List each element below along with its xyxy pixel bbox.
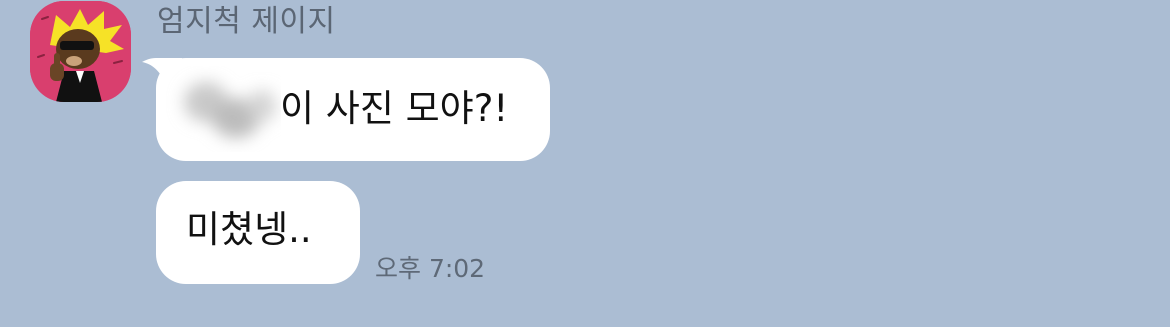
message-bubble[interactable]: 미쳤넹.. — [156, 181, 360, 284]
sender-avatar[interactable] — [30, 1, 131, 102]
message-timestamp: 오후 7:02 — [375, 254, 486, 283]
sender-name: 엄지척 제이지 — [157, 4, 336, 39]
message-text: 미쳤넹.. — [186, 208, 312, 251]
blurred-name-redaction — [184, 82, 276, 138]
thumbs-up-character-icon — [30, 1, 131, 102]
message-bubble[interactable]: 이 사진 모야?! — [142, 58, 550, 161]
message-text: 이 사진 모야?! — [280, 87, 509, 130]
